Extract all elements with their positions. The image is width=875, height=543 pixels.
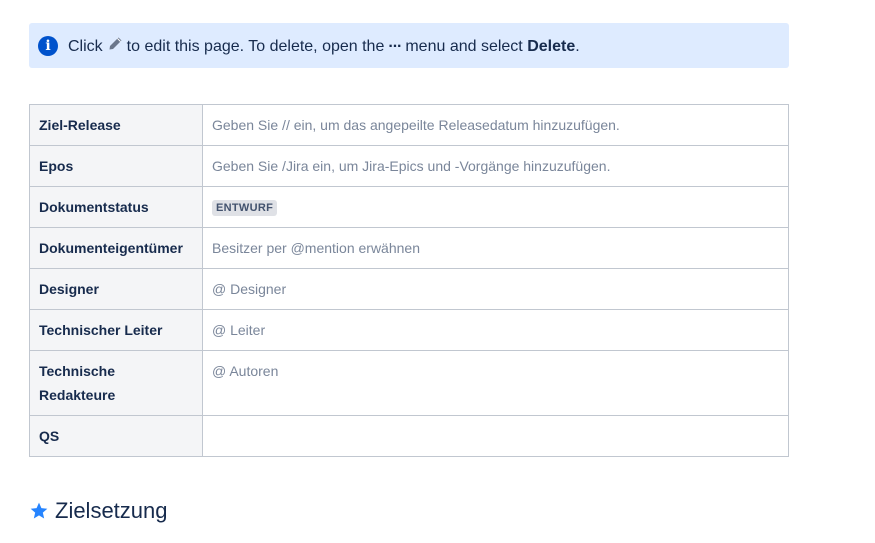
row-label: Dokumentstatus (29, 186, 203, 228)
row-label: Designer (29, 268, 203, 310)
table-row: QS (29, 415, 789, 457)
star-icon (30, 502, 48, 519)
tech-lead-cell[interactable]: @ Leiter (202, 309, 789, 351)
table-row: Technische Redakteure @ Autoren (29, 350, 789, 416)
info-end-text: . (575, 37, 580, 55)
more-dots-icon: ··· (388, 37, 402, 55)
info-icon: i (38, 35, 58, 56)
document-owner-cell[interactable]: Besitzer per @mention erwähnen (202, 227, 789, 269)
document-status-cell[interactable]: ENTWURF (202, 186, 789, 228)
table-row: Epos Geben Sie /Jira ein, um Jira-Epics … (29, 145, 789, 187)
table-row: Designer @ Designer (29, 268, 789, 310)
confluence-page: i Click to edit this page. To delete, op… (0, 0, 875, 543)
delete-label: Delete (527, 37, 576, 55)
row-label: Technischer Leiter (29, 309, 203, 351)
section-heading: Zielsetzung (29, 498, 168, 524)
designer-cell[interactable]: @ Designer (202, 268, 789, 310)
row-label: Epos (29, 145, 203, 187)
table-row: Dokumentstatus ENTWURF (29, 186, 789, 228)
section-title: Zielsetzung (55, 498, 168, 523)
qa-cell[interactable] (202, 415, 789, 457)
properties-table: Ziel-Release Geben Sie // ein, um das an… (29, 104, 789, 457)
table-row: Dokumenteigentümer Besitzer per @mention… (29, 227, 789, 269)
info-edit-text: to edit this page. To delete, open the (126, 37, 385, 55)
technical-writers-cell[interactable]: @ Autoren (202, 350, 789, 416)
table-row: Technischer Leiter @ Leiter (29, 309, 789, 351)
pencil-icon (109, 37, 122, 49)
info-click-text: Click (68, 37, 103, 55)
epic-cell[interactable]: Geben Sie /Jira ein, um Jira-Epics und -… (202, 145, 789, 187)
row-label: Dokumenteigentümer (29, 227, 203, 269)
table-row: Ziel-Release Geben Sie // ein, um das an… (29, 104, 789, 146)
info-panel-text: Click to edit this page. To delete, open… (68, 36, 580, 56)
target-release-cell[interactable]: Geben Sie // ein, um das angepeilte Rele… (202, 104, 789, 146)
info-menu-text: menu and select (405, 37, 523, 55)
status-badge[interactable]: ENTWURF (212, 200, 278, 216)
row-label: Ziel-Release (29, 104, 203, 146)
info-panel: i Click to edit this page. To delete, op… (29, 23, 789, 68)
row-label: Technische Redakteure (29, 350, 203, 416)
row-label: QS (29, 415, 203, 457)
